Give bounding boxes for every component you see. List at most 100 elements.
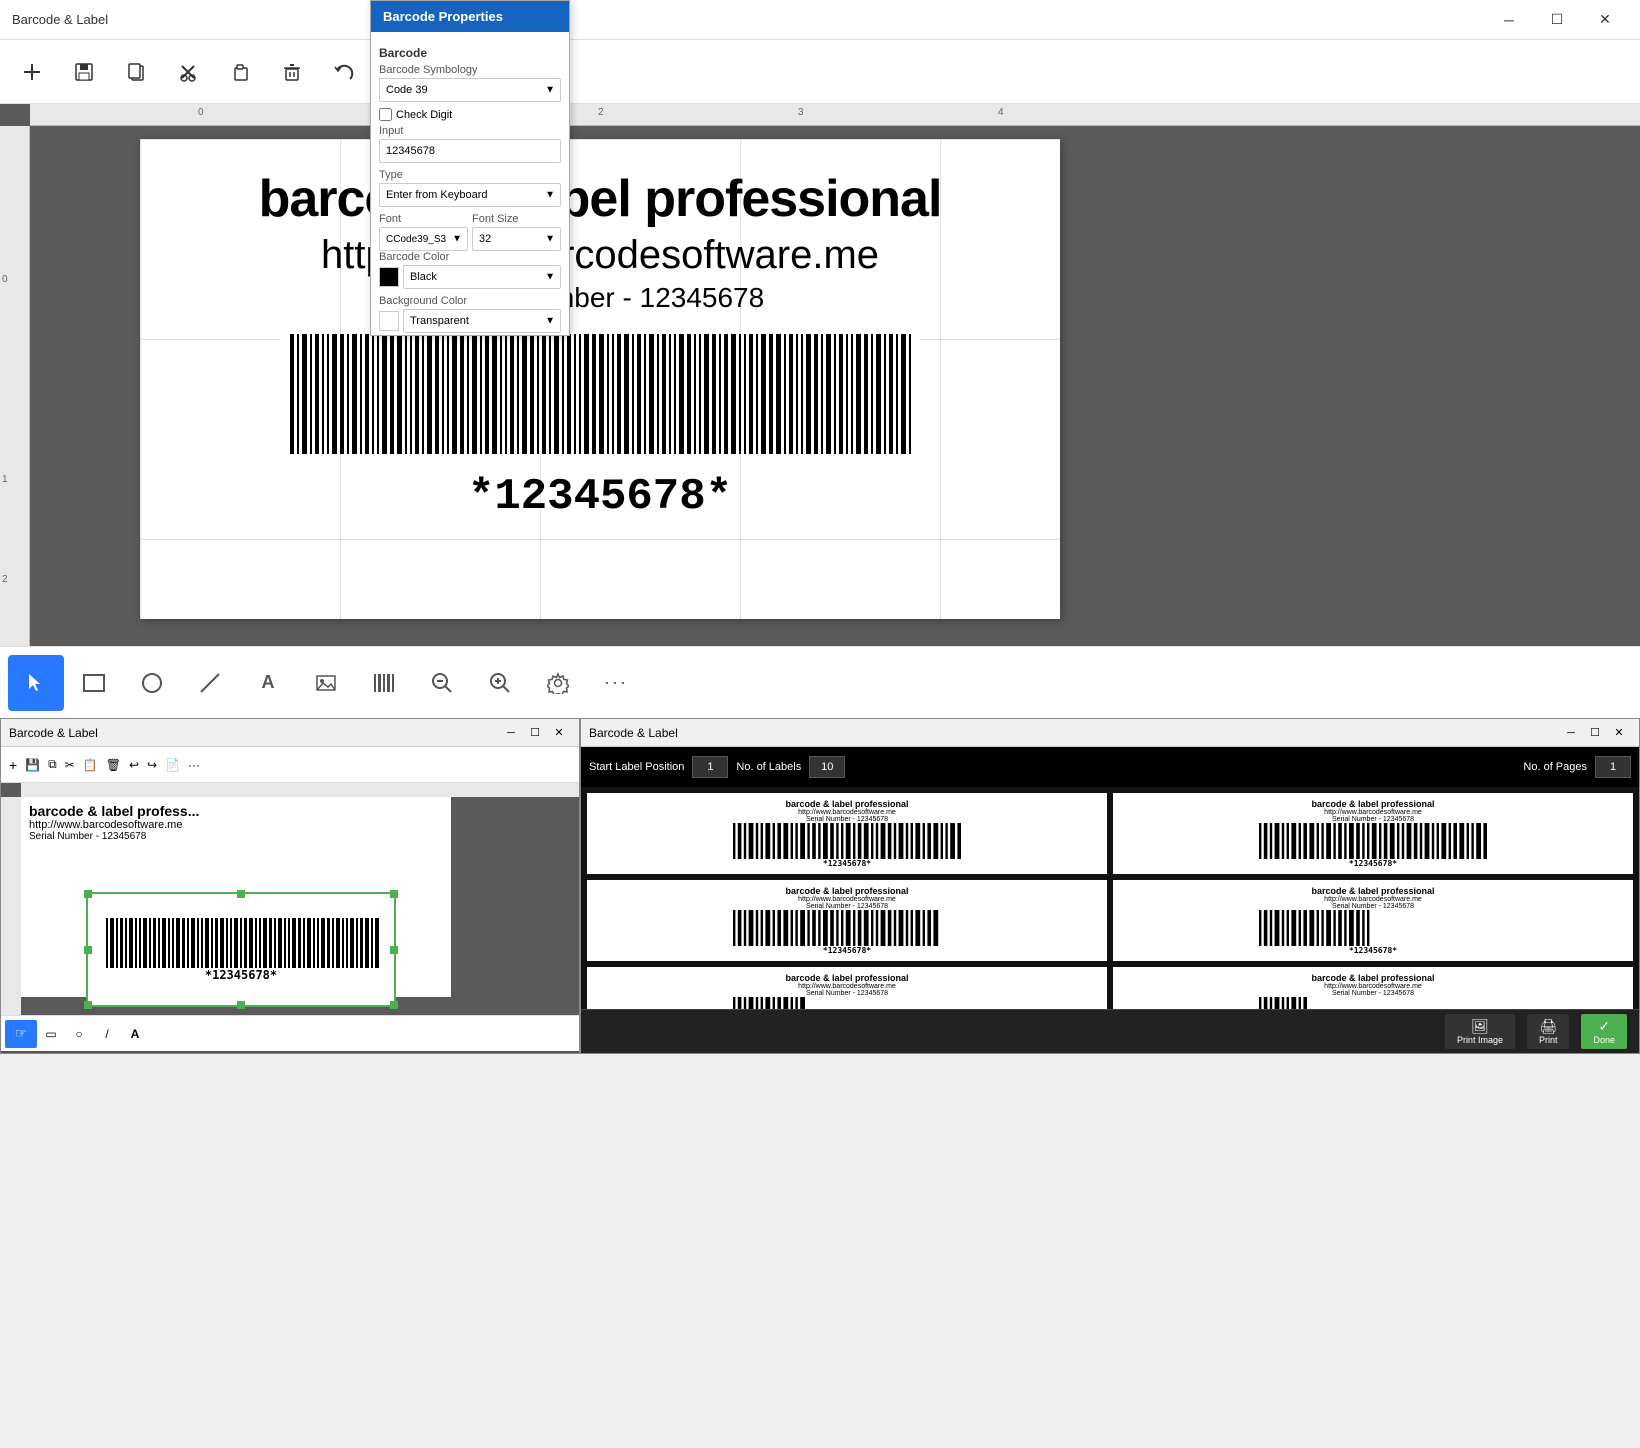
sub-redo-btn[interactable]: ↪ (143, 756, 161, 774)
close-button[interactable]: ✕ (1582, 4, 1628, 36)
print-label-6-serial: Serial Number - 12345678 (1332, 990, 1414, 997)
type-label: Type (379, 169, 561, 181)
v-ruler-0: 0 (2, 274, 8, 285)
add-button[interactable] (8, 48, 56, 96)
zoom-out-button[interactable] (414, 655, 470, 711)
no-of-labels-label: No. of Labels (736, 761, 801, 773)
rectangle-tool-button[interactable] (66, 655, 122, 711)
label-canvas: barcode & label professional http://www.… (140, 139, 1060, 619)
symbology-label: Barcode Symbology (379, 64, 561, 76)
font-size-select[interactable]: 32 24 48 (472, 227, 561, 251)
print-barcode-text-2: *12345678* (1349, 859, 1397, 868)
font-row: Font CCode39_S3 ▼ Font Size 32 24 (379, 213, 561, 251)
line-tool-button[interactable] (182, 655, 238, 711)
print-icon: 🖨 (1539, 1018, 1557, 1035)
barcode-tool-button[interactable] (356, 655, 412, 711)
print-preview-footer: 🖼 Print Image 🖨 Print ✓ Done (581, 1009, 1639, 1053)
mini-label-canvas: barcode & label profess... http://www.ba… (21, 797, 451, 997)
check-digit-label: Check Digit (396, 109, 452, 121)
more-tools-button[interactable]: ··· (588, 655, 644, 711)
cut-button[interactable] (164, 48, 212, 96)
print-barcode-svg-6 (1119, 997, 1627, 1009)
ellipse-tool-button[interactable] (124, 655, 180, 711)
print-barcode-svg-4 (1119, 910, 1627, 946)
pointer-tool-button[interactable] (8, 655, 64, 711)
sub-paste-btn[interactable]: 📋 (79, 756, 102, 774)
done-button[interactable]: ✓ Done (1581, 1014, 1627, 1049)
print-label-3: barcode & label professional http://www.… (587, 880, 1107, 961)
no-of-pages-label: No. of Pages (1523, 761, 1587, 773)
ruler-mark-2: 2 (598, 107, 604, 118)
sub-more-btn[interactable]: ··· (184, 756, 204, 774)
print-label-3-url: http://www.barcodesoftware.me (798, 896, 896, 903)
mini-v-ruler (1, 797, 21, 1015)
props-panel-header: Barcode Properties (371, 1, 569, 32)
main-canvas-area: 0 1 2 3 4 0 1 2 barcode & label professi… (0, 104, 1640, 646)
maximize-button[interactable]: ☐ (1534, 4, 1580, 36)
delete-button[interactable] (268, 48, 316, 96)
print-label-4-title: barcode & label professional (1311, 886, 1434, 896)
print-label-1: barcode & label professional http://www.… (587, 793, 1107, 874)
print-label-btn: Print (1539, 1035, 1558, 1045)
sub-copy-btn[interactable]: ⧉ (44, 755, 61, 774)
sub-undo-btn[interactable]: ↩ (125, 756, 143, 774)
ruler-mark-0: 0 (198, 107, 204, 118)
barcode-color-select[interactable]: Black White Red (403, 265, 561, 289)
text-tool-button[interactable]: A (240, 655, 296, 711)
sub-windows-area: Barcode & Label ─ ☐ ✕ + 💾 ⧉ ✂ 📋 🗑 ↩ ↪ 📄 … (0, 718, 1640, 1054)
no-of-labels-input[interactable]: 10 (809, 756, 845, 778)
input-row: Input 12345678 (379, 125, 561, 163)
left-sub-close[interactable]: ✕ (547, 721, 571, 745)
v-ruler-2: 2 (2, 574, 8, 585)
zoom-in-button[interactable] (472, 655, 528, 711)
mini-label-content: barcode & label profess... http://www.ba… (21, 797, 451, 848)
left-sub-maximize[interactable]: ☐ (523, 721, 547, 745)
print-image-button[interactable]: 🖼 Print Image (1445, 1014, 1515, 1049)
sub-new-btn[interactable]: 📄 (161, 756, 184, 774)
sub-text-btn[interactable]: A (121, 1020, 149, 1048)
check-digit-checkbox[interactable] (379, 108, 392, 121)
save-button[interactable] (60, 48, 108, 96)
right-sub-maximize[interactable]: ☐ (1583, 721, 1607, 745)
print-label-2-url: http://www.barcodesoftware.me (1324, 809, 1422, 816)
ruler-mark-3: 3 (798, 107, 804, 118)
font-select[interactable]: CCode39_S3 (379, 227, 468, 251)
sub-add-btn[interactable]: + (5, 755, 21, 775)
bg-color-row: Background Color Transparent White Black… (379, 295, 561, 333)
mini-barcode-element[interactable]: *12345678* (86, 892, 396, 1007)
undo-button[interactable] (320, 48, 368, 96)
barcode-human-text: *12345678* (468, 472, 732, 522)
print-barcode-text-4: *12345678* (1349, 946, 1397, 955)
paste-button[interactable] (216, 48, 264, 96)
sub-pointer-btn[interactable]: ☞ (5, 1020, 37, 1048)
input-field[interactable]: 12345678 (379, 139, 561, 163)
label-main-title: barcode & label professional (259, 169, 942, 229)
copy-button[interactable] (112, 48, 160, 96)
right-sub-close[interactable]: ✕ (1607, 721, 1631, 745)
print-button[interactable]: 🖨 Print (1527, 1014, 1570, 1049)
image-tool-button[interactable] (298, 655, 354, 711)
right-sub-minimize[interactable]: ─ (1559, 721, 1583, 745)
no-of-pages-input[interactable]: 1 (1595, 756, 1631, 778)
bg-color-select[interactable]: Transparent White Black (403, 309, 561, 333)
minimize-button[interactable]: ─ (1486, 4, 1532, 36)
barcode-image (280, 334, 920, 464)
left-sub-title-bar: Barcode & Label ─ ☐ ✕ (1, 719, 579, 747)
left-sub-minimize[interactable]: ─ (499, 721, 523, 745)
sub-cut-btn[interactable]: ✂ (61, 756, 79, 774)
barcode-color-label: Barcode Color (379, 251, 561, 263)
type-select[interactable]: Enter from Keyboard From Database (379, 183, 561, 207)
font-select-wrap: CCode39_S3 ▼ (379, 227, 468, 251)
sub-save-btn[interactable]: 💾 (21, 756, 44, 774)
start-label-pos-input[interactable]: 1 (692, 756, 728, 778)
props-panel-title: Barcode Properties (383, 9, 503, 24)
print-label-2: barcode & label professional http://www.… (1113, 793, 1633, 874)
print-label-5: barcode & label professional http://www.… (587, 967, 1107, 1009)
sub-rect-btn[interactable]: ▭ (37, 1020, 65, 1048)
app-title: Barcode & Label (12, 12, 1486, 27)
settings-tool-button[interactable] (530, 655, 586, 711)
sub-line-btn[interactable]: / (93, 1020, 121, 1048)
sub-delete-btn[interactable]: 🗑 (102, 756, 125, 774)
symbology-select[interactable]: Code 39 Code 128 EAN-13 QR Code (379, 78, 561, 102)
sub-ellipse-btn[interactable]: ○ (65, 1020, 93, 1048)
